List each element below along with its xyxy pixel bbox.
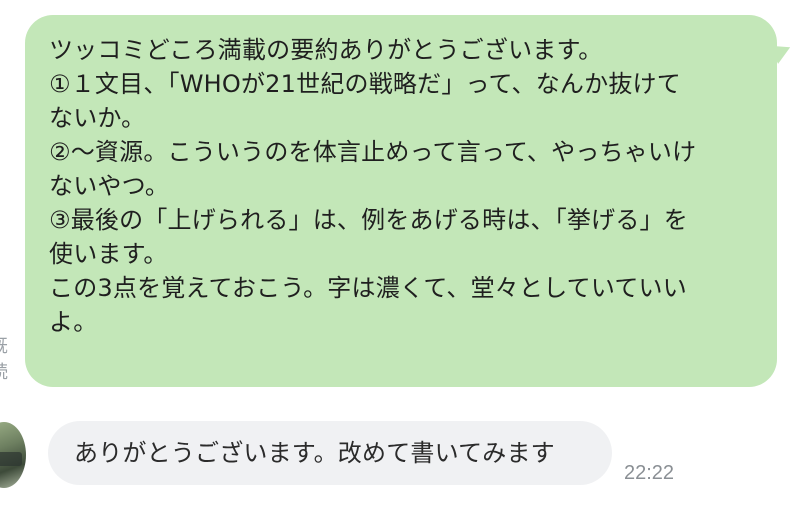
- read-label: 既読: [0, 334, 20, 386]
- message-line: ないか。: [49, 104, 146, 132]
- message-line: ないやつ。: [49, 172, 170, 200]
- avatar[interactable]: [0, 422, 26, 488]
- message-timestamp: 22:22: [624, 462, 675, 484]
- message-line: この3点を覚えておこう。字は濃くて、堂々としていていい: [49, 274, 687, 302]
- message-line: よ。: [49, 308, 98, 336]
- message-line: ②〜資源。こういうのを体言止めって言って、やっちゃいけ: [49, 138, 697, 166]
- chat-view: 既読 3 ツッコミどころ満載の要約ありがとうございます。 ①１文目、「WHOが2…: [0, 0, 802, 508]
- incoming-message-bubble[interactable]: ありがとうございます。改めて書いてみます: [48, 421, 612, 485]
- message-line: ③最後の「上げられる」は、例をあげる時は、「挙げる」を: [49, 206, 688, 234]
- message-line: ツッコミどころ満載の要約ありがとうございます。: [49, 36, 603, 64]
- bubble-tail: [769, 38, 795, 64]
- read-count: 3: [0, 386, 20, 412]
- read-receipt: 既読 3: [0, 334, 20, 412]
- message-line: ①１文目、「WHOが21世紀の戦略だ」って、なんか抜けて: [49, 70, 681, 98]
- message-line: 使います。: [49, 240, 168, 268]
- incoming-message-text: ありがとうございます。改めて書いてみます: [74, 439, 555, 467]
- outgoing-message-bubble[interactable]: ツッコミどころ満載の要約ありがとうございます。 ①１文目、「WHOが21世紀の戦…: [25, 15, 795, 387]
